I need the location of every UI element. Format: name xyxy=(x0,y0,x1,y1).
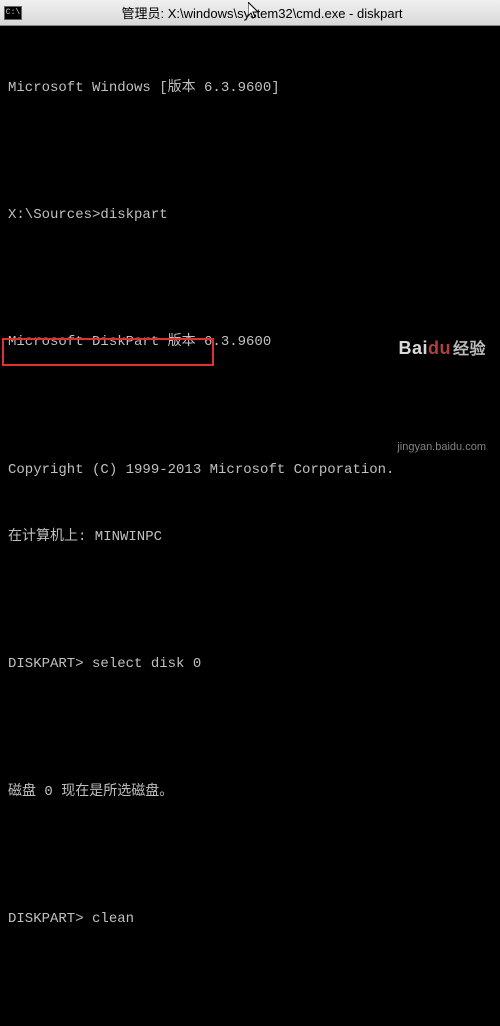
terminal-line: 磁盘 0 现在是所选磁盘。 xyxy=(8,781,492,803)
terminal-line: X:\Sources>diskpart xyxy=(8,204,492,226)
watermark-logo-part1: Bai xyxy=(398,338,428,358)
window-titlebar[interactable]: C:\ 管理员: X:\windows\system32\cmd.exe - d… xyxy=(0,0,500,26)
window-title: 管理员: X:\windows\system32\cmd.exe - diskp… xyxy=(28,3,496,22)
terminal-line: 在计算机上: MINWINPC xyxy=(8,526,492,548)
terminal-line xyxy=(8,593,492,608)
mouse-cursor-icon xyxy=(248,2,260,20)
watermark: Baidu经验 jingyan.baidu.com xyxy=(365,261,486,501)
terminal-line: Microsoft Windows [版本 6.3.9600] xyxy=(8,77,492,99)
watermark-logo: Baidu经验 xyxy=(365,305,486,391)
terminal-line xyxy=(8,848,492,863)
terminal-line: DISKPART> clean xyxy=(8,908,492,930)
terminal-line: DISKPART> select disk 0 xyxy=(8,653,492,675)
terminal-output[interactable]: Microsoft Windows [版本 6.3.9600] X:\Sourc… xyxy=(0,26,500,513)
watermark-logo-part2: du xyxy=(428,338,451,358)
terminal-line xyxy=(8,721,492,736)
terminal-line xyxy=(8,975,492,990)
watermark-logo-suffix: 经验 xyxy=(453,341,486,358)
terminal-line xyxy=(8,144,492,159)
cmd-icon: C:\ xyxy=(4,6,22,20)
watermark-url: jingyan.baidu.com xyxy=(365,439,486,457)
